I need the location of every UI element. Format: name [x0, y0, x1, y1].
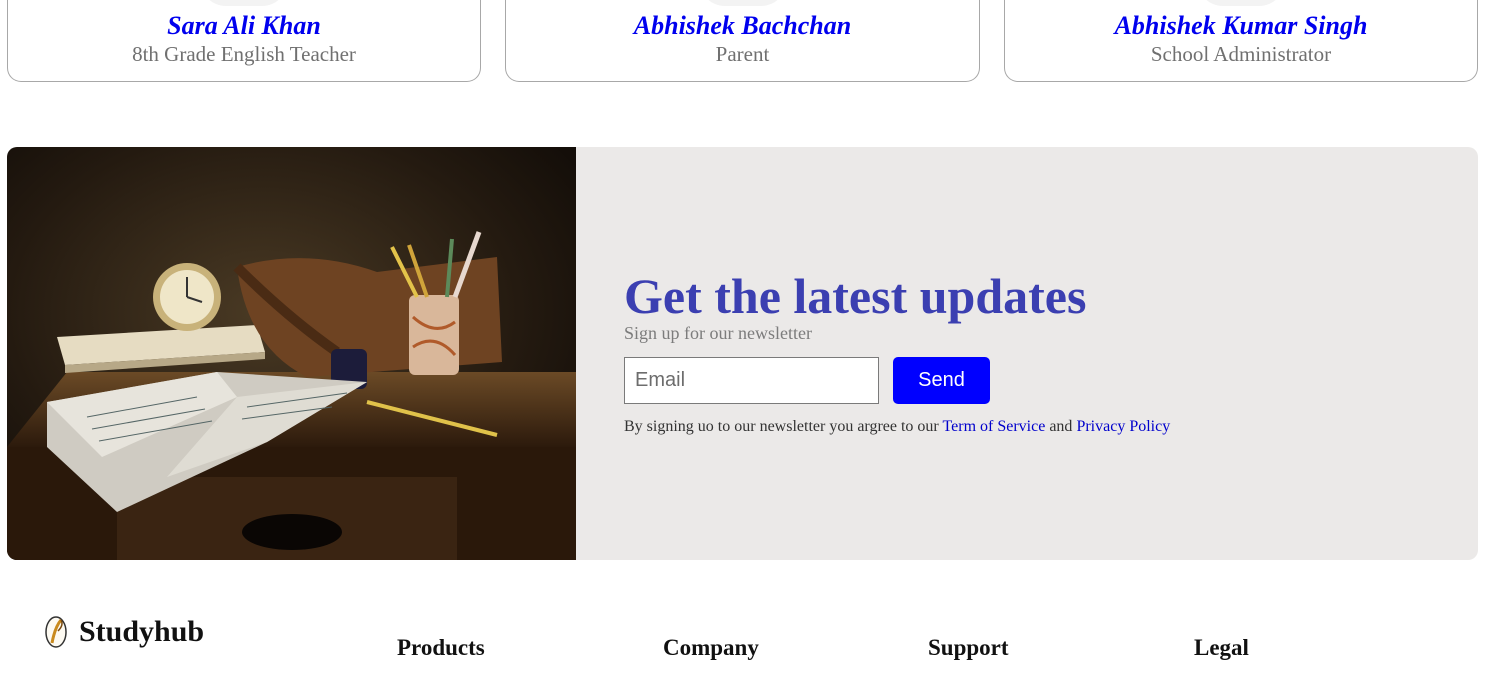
testimonial-role: School Administrator — [1150, 42, 1332, 66]
testimonial-card: Sara Ali Khan 8th Grade English Teacher — [7, 0, 481, 82]
quill-icon — [45, 616, 67, 648]
legal-prefix: By signing uo to our newsletter you argr… — [624, 418, 939, 435]
testimonial-name: Abhishek Bachchan — [633, 11, 852, 40]
brand-name: Studyhub — [79, 615, 205, 648]
testimonial-role: Parent — [715, 42, 770, 66]
testimonial-card: Abhishek Bachchan Parent — [505, 0, 980, 82]
footer-heading-legal: Legal — [1194, 635, 1249, 660]
newsletter-section: Get the latest updates Sign up for our n… — [7, 147, 1478, 560]
legal-and: and — [1049, 418, 1073, 435]
newsletter-title: Get the latest updates — [624, 268, 1087, 324]
send-button[interactable]: Send — [893, 357, 990, 404]
newsletter-body: Get the latest updates Sign up for our n… — [624, 265, 1458, 436]
footer-heading-company: Company — [663, 635, 759, 660]
footer-heading-products: Products — [397, 635, 485, 660]
avatar — [1197, 0, 1285, 6]
terms-of-service-link[interactable]: Term of Service — [942, 418, 1045, 435]
newsletter-form: Send — [624, 357, 1458, 405]
avatar — [698, 0, 787, 6]
testimonial-card: Abhishek Kumar Singh School Administrato… — [1004, 0, 1478, 82]
testimonial-name: Sara Ali Khan — [167, 11, 321, 40]
email-input[interactable] — [624, 357, 879, 404]
newsletter-legal-text: By signing uo to our newsletter you argr… — [624, 418, 1458, 436]
testimonial-role: 8th Grade English Teacher — [132, 42, 356, 66]
avatar — [200, 0, 288, 6]
testimonial-name: Abhishek Kumar Singh — [1114, 11, 1368, 40]
desk-photo — [7, 147, 576, 560]
privacy-policy-link[interactable]: Privacy Policy — [1076, 418, 1170, 435]
footer-heading-support: Support — [928, 635, 1009, 660]
